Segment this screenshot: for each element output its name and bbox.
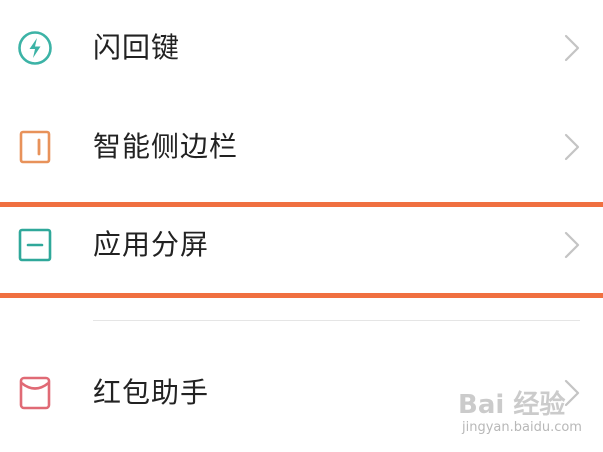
menu-item-label: 红包助手 (93, 376, 210, 409)
chevron-right-icon (563, 132, 581, 162)
menu-item-label: 应用分屏 (93, 228, 210, 261)
chevron-right-icon (563, 378, 581, 408)
settings-screen: 闪回键 智能侧边栏 应用分屏 红包助手 Bai 经验 jingyan.baidu… (0, 0, 603, 452)
menu-item-app-split-screen[interactable]: 应用分屏 (0, 197, 603, 293)
sidebar-icon (17, 129, 53, 165)
menu-item-label: 闪回键 (93, 31, 181, 64)
red-envelope-icon (17, 375, 53, 411)
flash-bolt-icon (17, 30, 53, 66)
divider (93, 320, 580, 321)
split-screen-icon (17, 227, 53, 263)
menu-item-smart-sidebar[interactable]: 智能侧边栏 (0, 99, 603, 195)
menu-item-flash-back[interactable]: 闪回键 (0, 0, 603, 96)
chevron-right-icon (563, 230, 581, 260)
menu-item-red-envelope-assistant[interactable]: 红包助手 (0, 345, 603, 441)
chevron-right-icon (563, 33, 581, 63)
menu-item-label: 智能侧边栏 (93, 130, 239, 163)
